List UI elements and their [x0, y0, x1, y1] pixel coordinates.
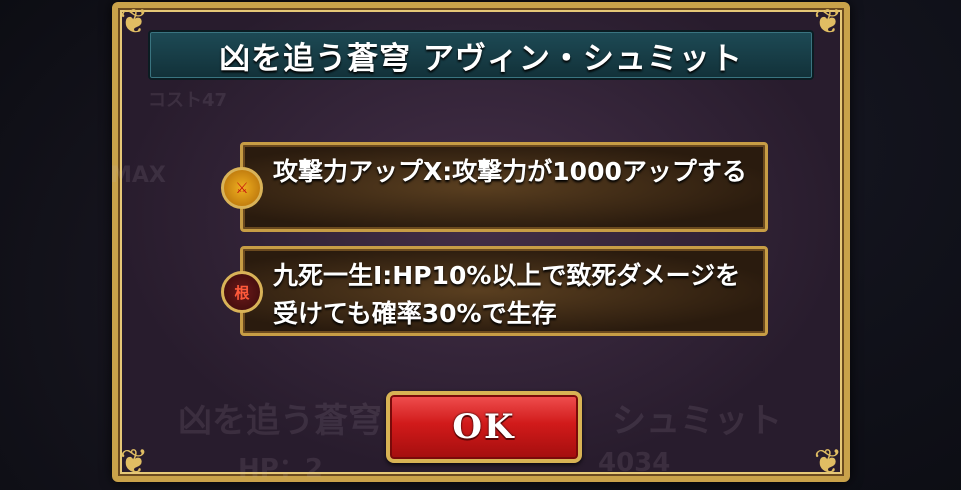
- background-name-suffix: シュミット: [612, 401, 782, 441]
- title-bar: 凶を追う蒼穹 アヴィン・シュミット: [148, 30, 814, 80]
- background-hp-text: HP：2: [238, 454, 323, 484]
- background-name-prefix: 凶を追う蒼穹: [178, 401, 382, 441]
- background-max-text: MAX: [110, 163, 166, 188]
- unit-name-title: 凶を追う蒼穹 アヴィン・シュミット: [219, 40, 743, 77]
- skill-info-dialog: ❦ ❦ ❦ ❦ コスト47 MAX 凶を追う蒼穹 シュミット HP：2 4034 …: [110, 2, 850, 484]
- corner-ornament-icon: ❦: [813, 2, 843, 42]
- background-stat-text: 4034: [598, 448, 671, 478]
- skill-panel: ⚔ 攻撃力アップX:攻撃力が1000アップする: [221, 142, 768, 232]
- corner-ornament-icon: ❦: [119, 442, 149, 482]
- guts-icon: 根: [221, 271, 263, 313]
- skill-description: 攻撃力アップX:攻撃力が1000アップする: [273, 157, 747, 186]
- corner-ornament-icon: ❦: [813, 442, 843, 482]
- ok-button-label: OK: [452, 407, 516, 447]
- background-cost-text: コスト47: [148, 90, 228, 111]
- skill-panel: 根 九死一生I:HP10%以上で致死ダメージを受けても確率30%で生存: [221, 246, 768, 336]
- attack-up-icon: ⚔: [221, 167, 263, 209]
- skill-description: 九死一生I:HP10%以上で致死ダメージを受けても確率30%で生存: [273, 261, 741, 328]
- ok-button[interactable]: OK: [386, 391, 582, 463]
